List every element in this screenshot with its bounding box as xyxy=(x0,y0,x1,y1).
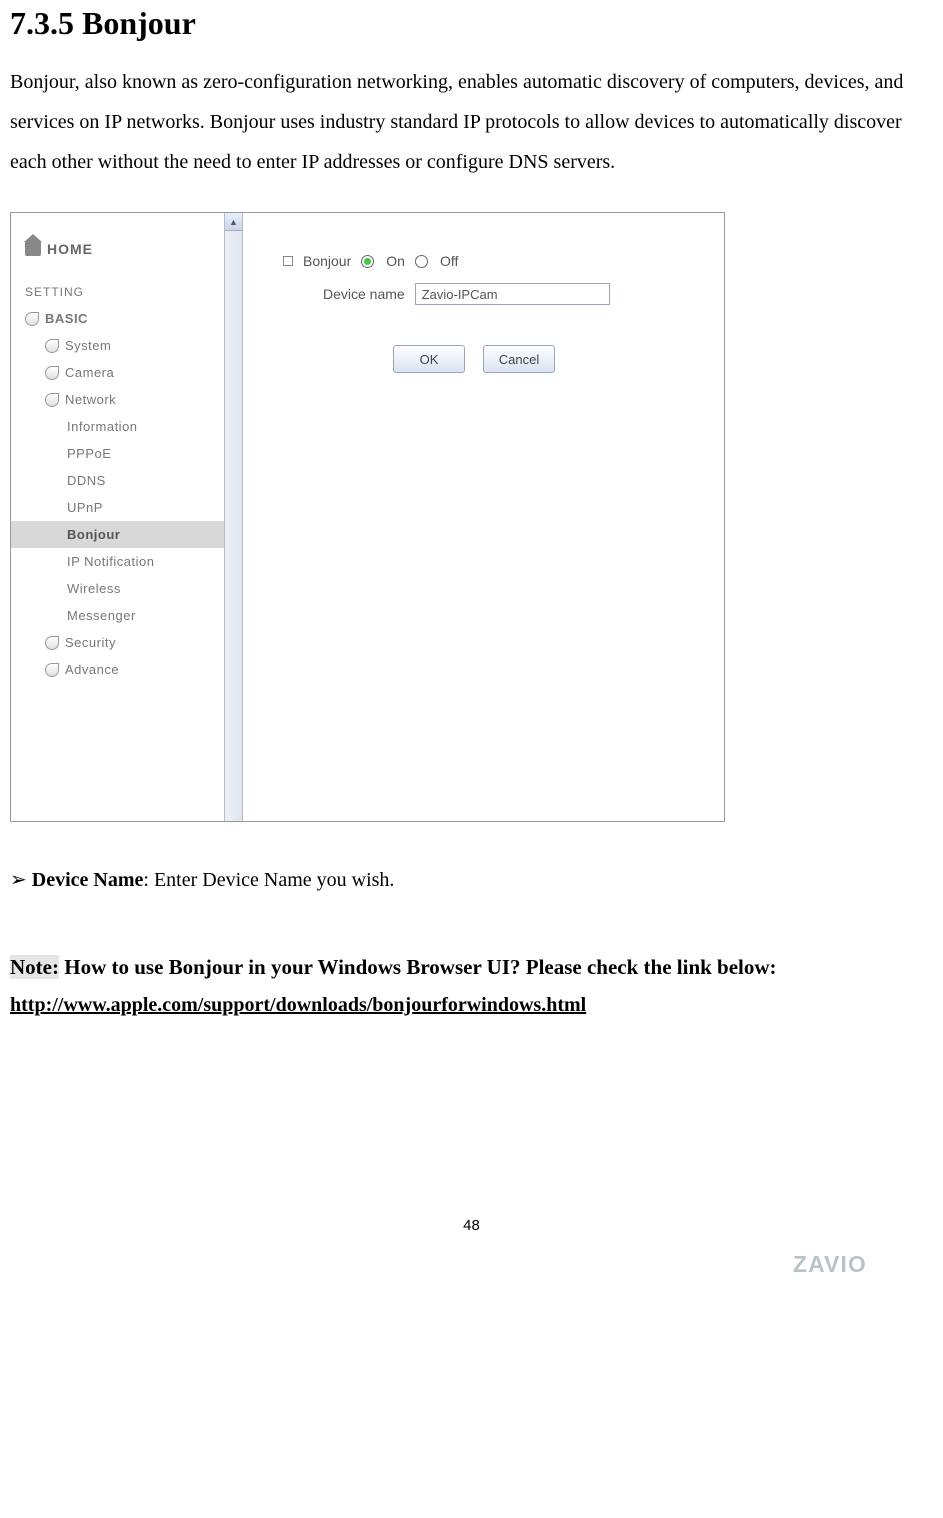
arrow-icon: ➢ xyxy=(10,869,27,891)
bullet-text: : Enter Device Name you wish. xyxy=(143,869,394,891)
nav-pppoe-label: PPPoE xyxy=(67,446,111,461)
folder-icon xyxy=(45,366,59,380)
ok-button[interactable]: OK xyxy=(393,345,465,373)
device-name-input[interactable] xyxy=(415,283,610,305)
nav-network-label: Network xyxy=(65,392,116,407)
nav-setting-header: SETTING xyxy=(11,263,242,305)
page-number: 48 xyxy=(10,1217,933,1234)
nav-menu: BASIC System Camera Network Information … xyxy=(11,305,242,683)
nav-basic-label: BASIC xyxy=(45,311,88,326)
radio-off-label: Off xyxy=(440,253,458,269)
section-body: Bonjour, also known as zero-configuratio… xyxy=(10,62,933,182)
nav-advance-label: Advance xyxy=(65,662,119,677)
nav-upnp[interactable]: UPnP xyxy=(11,494,242,521)
note-text: How to use Bonjour in your Windows Brows… xyxy=(59,955,777,979)
scroll-up-icon[interactable]: ▲ xyxy=(225,213,242,231)
square-bullet-icon xyxy=(283,256,293,266)
svg-text:ZAVIO: ZAVIO xyxy=(793,1251,867,1277)
folder-icon xyxy=(45,636,59,650)
brand-logo: ZAVIO xyxy=(793,1249,913,1279)
nav-home-label: HOME xyxy=(47,241,93,257)
nav-ddns[interactable]: DDNS xyxy=(11,467,242,494)
screenshot-embedded-ui: HOME SETTING BASIC System Camera Network… xyxy=(10,212,725,822)
device-name-bullet: ➢ Device Name: Enter Device Name you wis… xyxy=(10,862,933,898)
nav-system[interactable]: System xyxy=(11,332,242,359)
nav-camera[interactable]: Camera xyxy=(11,359,242,386)
note-prefix: Note: xyxy=(10,955,59,979)
folder-icon xyxy=(45,339,59,353)
nav-messenger-label: Messenger xyxy=(67,608,136,623)
nav-security-label: Security xyxy=(65,635,116,650)
device-name-label: Device name xyxy=(323,286,405,302)
form-buttons: OK Cancel xyxy=(393,345,704,373)
nav-ipnotification-label: IP Notification xyxy=(67,554,154,569)
main-panel: Bonjour On Off Device name OK Cancel xyxy=(243,213,724,821)
note-line: Note: How to use Bonjour in your Windows… xyxy=(10,946,933,988)
folder-icon xyxy=(45,393,59,407)
nav-messenger[interactable]: Messenger xyxy=(11,602,242,629)
nav-bonjour-label: Bonjour xyxy=(67,527,120,542)
nav-home[interactable]: HOME xyxy=(11,213,242,263)
nav-system-label: System xyxy=(65,338,111,353)
nav-basic[interactable]: BASIC xyxy=(11,305,242,332)
nav-information[interactable]: Information xyxy=(11,413,242,440)
folder-icon xyxy=(25,312,39,326)
nav-ddns-label: DDNS xyxy=(67,473,106,488)
sidebar: HOME SETTING BASIC System Camera Network… xyxy=(11,213,243,821)
sidebar-scrollbar[interactable]: ▲ xyxy=(224,213,242,821)
device-name-row: Device name xyxy=(323,283,704,305)
cancel-button[interactable]: Cancel xyxy=(483,345,555,373)
nav-upnp-label: UPnP xyxy=(67,500,103,515)
bonjour-toggle-row: Bonjour On Off xyxy=(283,253,704,269)
radio-off[interactable] xyxy=(415,255,428,268)
nav-advance[interactable]: Advance xyxy=(11,656,242,683)
radio-on[interactable] xyxy=(361,255,374,268)
nav-pppoe[interactable]: PPPoE xyxy=(11,440,242,467)
bullet-label: Device Name xyxy=(32,869,144,891)
bonjour-label: Bonjour xyxy=(303,253,351,269)
nav-ipnotification[interactable]: IP Notification xyxy=(11,548,242,575)
bonjour-link[interactable]: http://www.apple.com/support/downloads/b… xyxy=(10,994,933,1017)
folder-icon xyxy=(45,663,59,677)
nav-information-label: Information xyxy=(67,419,138,434)
section-heading: 7.3.5 Bonjour xyxy=(10,5,933,42)
nav-network[interactable]: Network xyxy=(11,386,242,413)
radio-on-label: On xyxy=(386,253,405,269)
page-footer: 48 ZAVIO xyxy=(10,1217,933,1297)
home-icon xyxy=(25,242,41,256)
nav-wireless-label: Wireless xyxy=(67,581,121,596)
nav-bonjour[interactable]: Bonjour xyxy=(11,521,242,548)
nav-wireless[interactable]: Wireless xyxy=(11,575,242,602)
nav-security[interactable]: Security xyxy=(11,629,242,656)
nav-camera-label: Camera xyxy=(65,365,114,380)
